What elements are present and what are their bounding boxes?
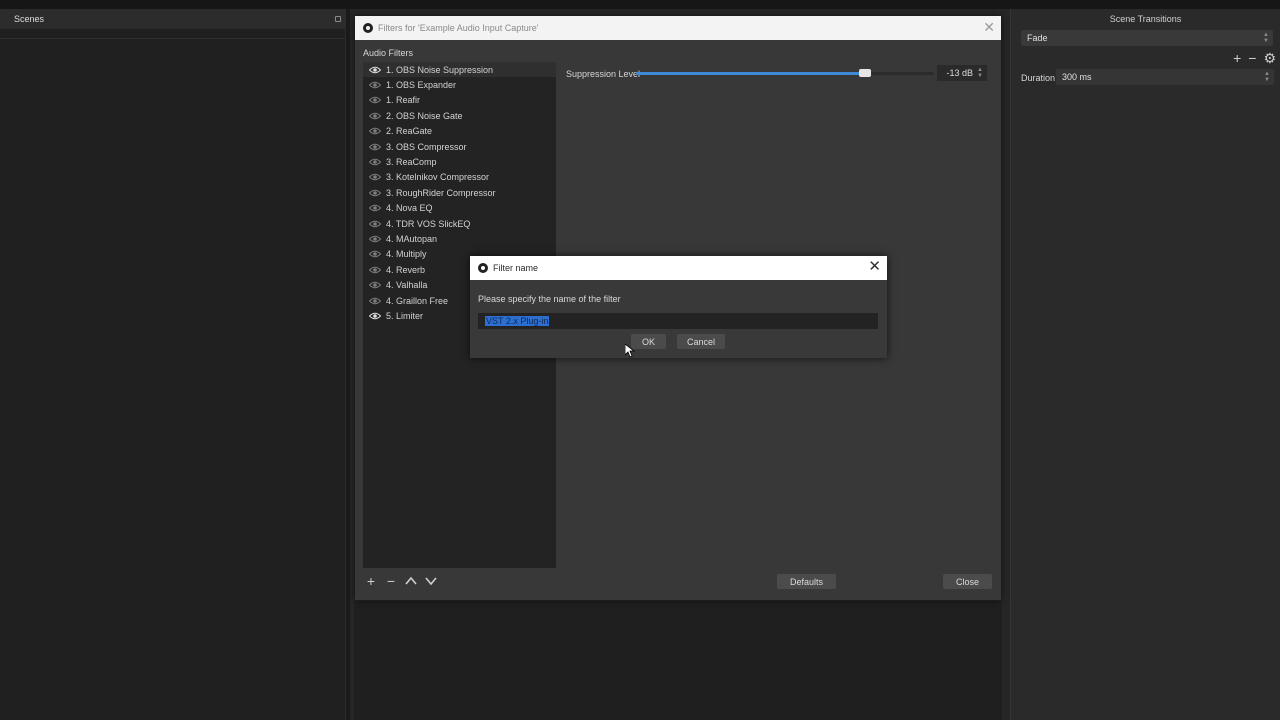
filter-name-input[interactable]: VST 2.x Plug-in [478, 313, 878, 329]
add-filter-icon[interactable]: + [363, 574, 379, 588]
defaults-button[interactable]: Defaults [777, 574, 836, 589]
mouse-cursor-icon [625, 344, 635, 358]
mixer-area [354, 601, 1002, 720]
obs-logo-icon [478, 263, 488, 273]
duration-label: Duration [1021, 73, 1056, 83]
filter-item-label: 4. Multiply [386, 249, 427, 260]
transition-tools: + − ⚙ [1233, 51, 1276, 65]
gear-icon[interactable]: ⚙ [1263, 51, 1276, 65]
suppression-level-label: Suppression Level [566, 69, 641, 79]
eye-icon[interactable] [368, 112, 382, 120]
undock-icon[interactable] [335, 16, 341, 22]
eye-icon[interactable] [368, 66, 382, 74]
filter-name-title: Filter name [493, 263, 539, 273]
cancel-button[interactable]: Cancel [677, 334, 725, 349]
ok-button[interactable]: OK [631, 334, 666, 349]
duration-value: 300 ms [1062, 72, 1092, 82]
filter-item-label: 3. OBS Compressor [386, 141, 467, 152]
filter-item-label: 1. OBS Noise Suppression [386, 64, 494, 75]
filter-item-label: 4. Reverb [386, 264, 426, 275]
filter-item[interactable]: 4. TDR VOS SlickEQ [363, 216, 556, 231]
scenes-dock: Scenes [0, 9, 346, 720]
remove-filter-icon[interactable]: − [383, 574, 399, 588]
filter-item[interactable]: 3. Kotelnikov Compressor [363, 170, 556, 185]
filter-item-label: 3. Kotelnikov Compressor [386, 172, 490, 183]
transition-select-arrows-icon: ▲ ▼ [1263, 32, 1269, 44]
close-button[interactable]: Close [943, 574, 992, 589]
eye-icon[interactable] [368, 158, 382, 166]
filter-item[interactable]: 1. Reafir [363, 93, 556, 108]
filter-item-label: 2. ReaGate [386, 126, 433, 137]
filters-titlebar: Filters for 'Example Audio Input Capture… [355, 16, 1001, 40]
filters-title: Filters for 'Example Audio Input Capture… [378, 23, 539, 33]
filter-item-label: 2. OBS Noise Gate [386, 110, 463, 121]
add-transition-icon[interactable]: + [1233, 51, 1241, 65]
suppression-slider-handle[interactable] [859, 69, 871, 77]
filter-list-tools: + − [363, 574, 439, 588]
filter-item[interactable]: 3. OBS Compressor [363, 139, 556, 154]
filter-name-selected-text: VST 2.x Plug-in [485, 316, 550, 326]
transition-select[interactable]: Fade ▲ ▼ [1021, 30, 1273, 46]
transitions-title: Scene Transitions [1109, 14, 1182, 24]
filter-item-label: 1. OBS Expander [386, 80, 457, 91]
eye-icon[interactable] [368, 235, 382, 243]
filter-item-label: 4. Valhalla [386, 280, 428, 291]
eye-icon[interactable] [368, 250, 382, 258]
eye-icon[interactable] [368, 204, 382, 212]
filter-name-dialog: Filter name ✕ Please specify the name of… [470, 256, 887, 358]
eye-icon[interactable] [368, 312, 382, 320]
move-up-icon[interactable] [403, 574, 419, 588]
filter-item-label: 4. TDR VOS SlickEQ [386, 218, 471, 229]
filter-item[interactable]: 1. OBS Expander [363, 77, 556, 92]
duration-field[interactable]: 300 ms ▲ ▼ [1056, 69, 1274, 85]
eye-icon[interactable] [368, 266, 382, 274]
audio-filters-label: Audio Filters [363, 48, 414, 58]
eye-icon[interactable] [368, 173, 382, 181]
filter-item[interactable]: 2. ReaGate [363, 124, 556, 139]
eye-icon[interactable] [368, 297, 382, 305]
close-icon[interactable]: ✕ [868, 259, 881, 275]
scenes-list[interactable] [0, 38, 345, 720]
close-icon[interactable]: ✕ [983, 19, 995, 35]
filter-item-label: 3. ReaComp [386, 157, 437, 168]
duration-spin-icon[interactable]: ▲ ▼ [1262, 69, 1272, 85]
eye-icon[interactable] [368, 96, 382, 104]
scenes-title: Scenes [14, 14, 45, 24]
eye-icon[interactable] [368, 281, 382, 289]
transition-value: Fade [1027, 33, 1048, 43]
suppression-slider-fill [636, 72, 865, 75]
filter-item[interactable]: 1. OBS Noise Suppression [363, 62, 556, 78]
filter-item-label: 4. Nova EQ [386, 203, 433, 214]
filter-item-label: 5. Limiter [386, 310, 424, 321]
suppression-value: -13 dB [946, 68, 973, 78]
filter-item-label: 3. RoughRider Compressor [386, 187, 496, 198]
filter-item-label: 1. Reafir [386, 95, 421, 106]
top-strip [0, 0, 1280, 9]
eye-icon[interactable] [368, 127, 382, 135]
remove-transition-icon[interactable]: − [1248, 51, 1256, 65]
filter-name-titlebar: Filter name ✕ [470, 256, 887, 280]
filter-item[interactable]: 4. Nova EQ [363, 201, 556, 216]
eye-icon[interactable] [368, 220, 382, 228]
filter-name-prompt: Please specify the name of the filter [478, 294, 621, 304]
transitions-header: Scene Transitions [1011, 9, 1280, 29]
filter-item-label: 4. Graillon Free [386, 295, 449, 306]
scene-transitions-dock: Scene Transitions Fade ▲ ▼ + − ⚙ Duration… [1010, 9, 1280, 720]
scenes-header: Scenes [0, 9, 345, 29]
eye-icon[interactable] [368, 143, 382, 151]
obs-logo-icon [363, 23, 373, 33]
filter-item[interactable]: 4. MAutopan [363, 231, 556, 246]
filter-item-label: 4. MAutopan [386, 233, 438, 244]
filter-item[interactable]: 3. RoughRider Compressor [363, 185, 556, 200]
move-down-icon[interactable] [423, 574, 439, 588]
eye-icon[interactable] [368, 189, 382, 197]
filter-item[interactable]: 3. ReaComp [363, 154, 556, 169]
filter-item[interactable]: 2. OBS Noise Gate [363, 108, 556, 123]
suppression-spin-icon[interactable]: ▲ ▼ [975, 65, 985, 81]
eye-icon[interactable] [368, 81, 382, 89]
